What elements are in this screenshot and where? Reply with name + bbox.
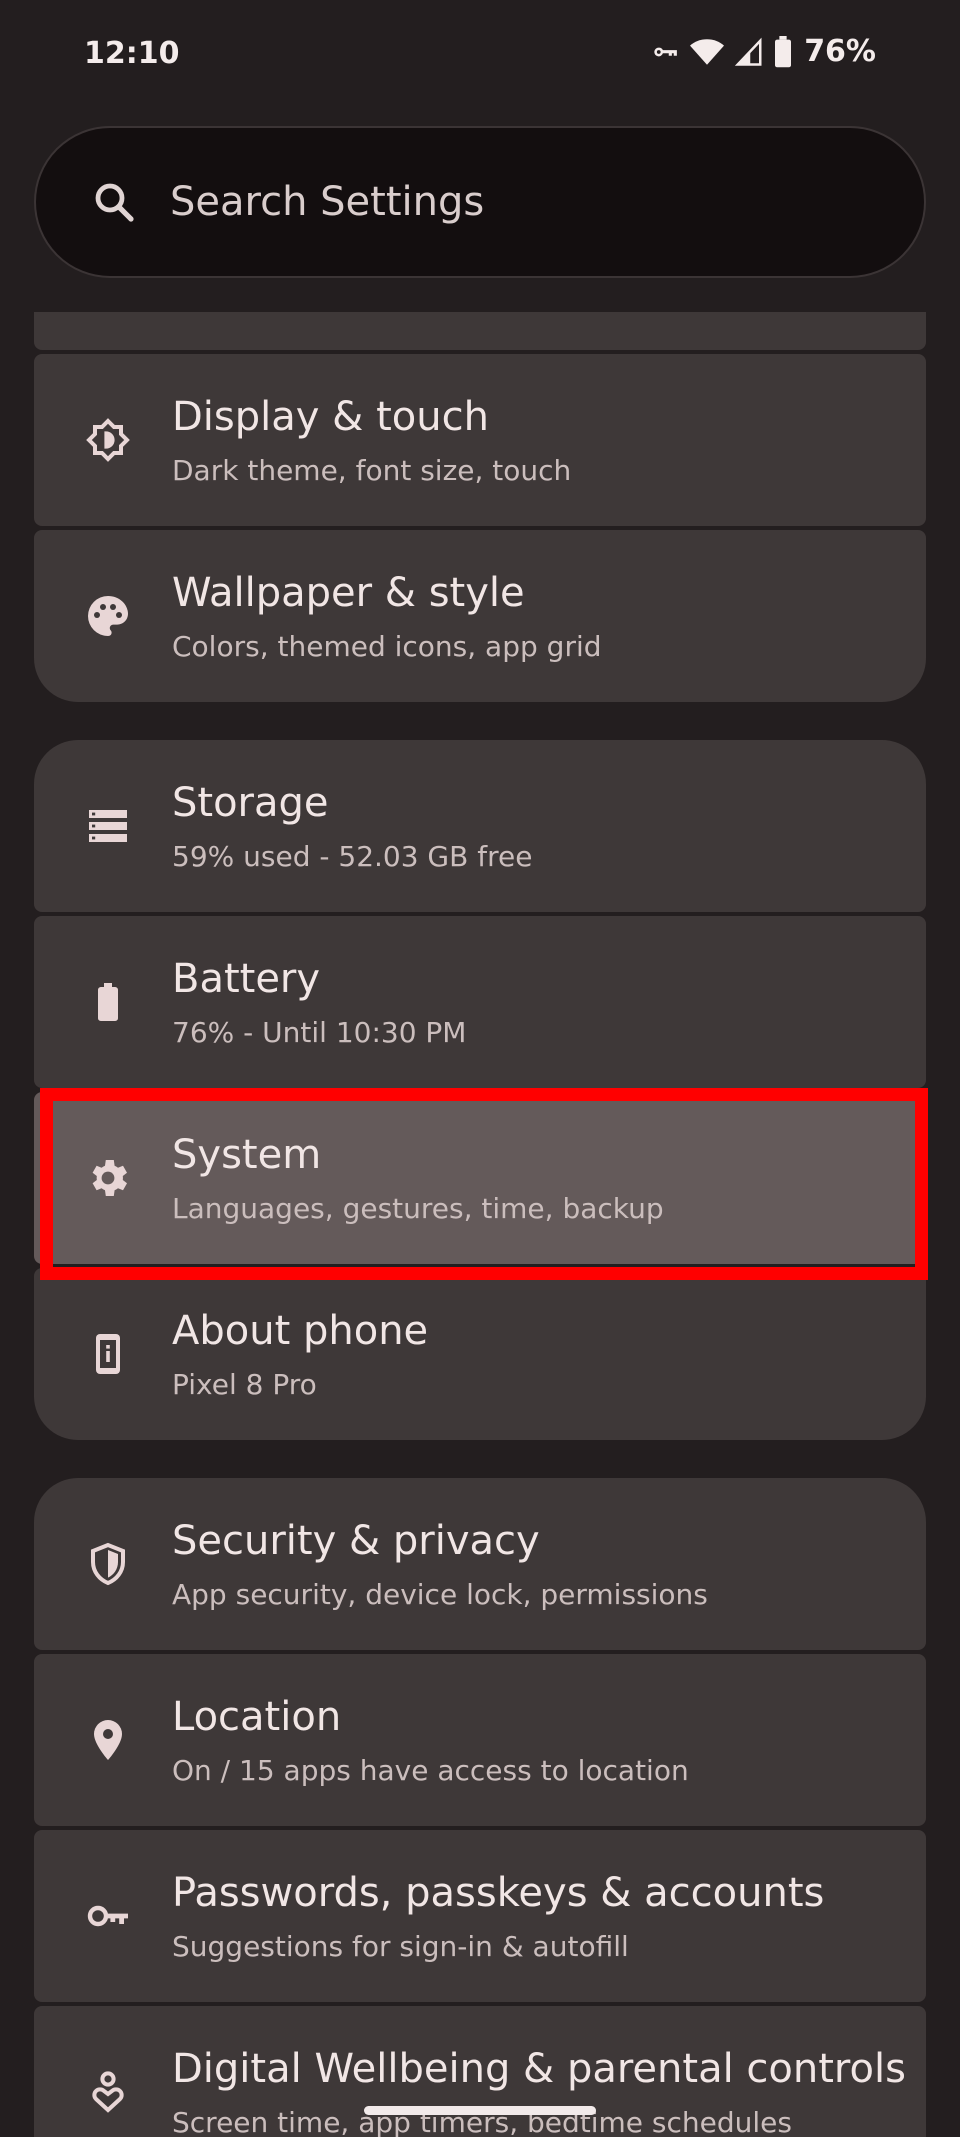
search-placeholder: Search Settings <box>170 179 485 225</box>
battery-icon <box>774 35 792 68</box>
partially-hidden-item <box>34 312 926 350</box>
gear-icon <box>84 1154 132 1202</box>
wifi-icon <box>690 37 725 67</box>
settings-item-wallpaper-style[interactable]: Wallpaper & style Colors, themed icons, … <box>34 530 926 702</box>
settings-item-battery[interactable]: Battery 76% - Until 10:30 PM <box>34 916 926 1088</box>
gesture-nav-handle[interactable] <box>364 2106 596 2115</box>
settings-list: Display & touch Dark theme, font size, t… <box>34 312 926 2137</box>
settings-item-security-privacy[interactable]: Security & privacy App security, device … <box>34 1478 926 1650</box>
item-subtitle: Suggestions for sign-in & autofill <box>172 1930 629 1963</box>
wellbeing-icon <box>84 2068 132 2116</box>
item-subtitle: Colors, themed icons, app grid <box>172 630 602 663</box>
display-brightness-icon <box>84 416 132 464</box>
settings-item-passwords-accounts[interactable]: Passwords, passkeys & accounts Suggestio… <box>34 1830 926 2002</box>
battery-percent: 76% <box>804 34 876 69</box>
phone-info-icon <box>84 1330 132 1378</box>
search-settings-bar[interactable]: Search Settings <box>34 126 926 278</box>
item-subtitle: 59% used - 52.03 GB free <box>172 840 533 873</box>
item-title: Battery <box>172 956 321 1002</box>
item-subtitle: Languages, gestures, time, backup <box>172 1192 664 1225</box>
shield-icon <box>84 1540 132 1588</box>
settings-item-digital-wellbeing[interactable]: Digital Wellbeing & parental controls Sc… <box>34 2006 926 2137</box>
vpn-key-icon <box>650 37 680 67</box>
item-title: Display & touch <box>172 394 489 440</box>
item-title: Digital Wellbeing & parental controls <box>172 2046 906 2092</box>
settings-item-location[interactable]: Location On / 15 apps have access to loc… <box>34 1654 926 1826</box>
settings-item-about-phone[interactable]: About phone Pixel 8 Pro <box>34 1268 926 1440</box>
palette-icon <box>84 592 132 640</box>
item-title: Security & privacy <box>172 1518 540 1564</box>
item-subtitle: Dark theme, font size, touch <box>172 454 572 487</box>
settings-item-system[interactable]: System Languages, gestures, time, backup <box>34 1092 926 1264</box>
search-icon <box>90 178 138 226</box>
key-icon <box>84 1892 132 1940</box>
status-time: 12:10 <box>84 36 180 71</box>
storage-icon <box>84 802 132 850</box>
item-title: Wallpaper & style <box>172 570 525 616</box>
item-subtitle: On / 15 apps have access to location <box>172 1754 689 1787</box>
battery-icon <box>84 978 132 1026</box>
item-subtitle: App security, device lock, permissions <box>172 1578 708 1611</box>
item-title: Location <box>172 1694 342 1740</box>
settings-item-display-touch[interactable]: Display & touch Dark theme, font size, t… <box>34 354 926 526</box>
cell-signal-icon <box>734 37 764 67</box>
status-icons: 76% <box>650 34 876 69</box>
location-pin-icon <box>84 1716 132 1764</box>
item-title: System <box>172 1132 322 1178</box>
item-title: About phone <box>172 1308 429 1354</box>
item-subtitle: Pixel 8 Pro <box>172 1368 317 1401</box>
item-subtitle: 76% - Until 10:30 PM <box>172 1016 467 1049</box>
settings-item-storage[interactable]: Storage 59% used - 52.03 GB free <box>34 740 926 912</box>
item-title: Storage <box>172 780 329 826</box>
item-title: Passwords, passkeys & accounts <box>172 1870 825 1916</box>
status-bar: 12:10 76% <box>0 0 960 110</box>
settings-screen: 12:10 76% Search Settings Display & touc… <box>0 0 960 2137</box>
